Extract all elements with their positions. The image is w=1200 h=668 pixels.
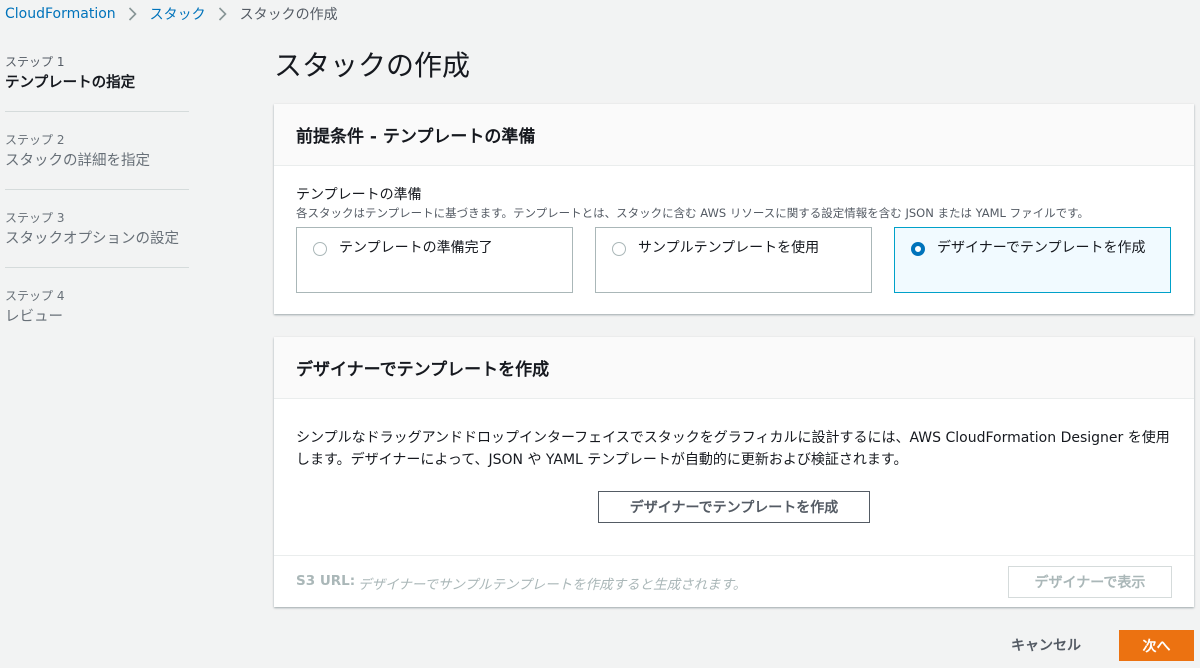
designer-panel: デザイナーでテンプレートを作成 シンプルなドラッグアンドドロップインターフェイス… <box>274 337 1194 607</box>
radio-button[interactable] <box>313 242 327 256</box>
step-3: ステップ 3 スタックオプションの設定 <box>5 210 189 268</box>
s3-url-row: S3 URL: デザイナーでサンプルテンプレートを作成すると生成されます。 デザ… <box>274 555 1194 607</box>
radio-button[interactable] <box>612 242 626 256</box>
chevron-right-icon <box>116 6 150 22</box>
option-label: テンプレートの準備完了 <box>339 240 493 256</box>
prepare-template-panel: 前提条件 - テンプレートの準備 テンプレートの準備 各スタックはテンプレートに… <box>274 104 1194 314</box>
step-4: ステップ 4 レビュー <box>5 288 189 345</box>
panel-header: デザイナーでテンプレートを作成 <box>274 337 1194 399</box>
step-number: ステップ 1 <box>5 55 65 69</box>
designer-description: シンプルなドラッグアンドドロップインターフェイスでスタックをグラフィカルに設計す… <box>296 430 1170 468</box>
chevron-right-icon <box>206 6 240 22</box>
template-source-options: テンプレートの準備完了 サンプルテンプレートを使用 デザイナーでテンプレートを作… <box>296 227 1171 293</box>
option-create-in-designer[interactable]: デザイナーでテンプレートを作成 <box>894 227 1171 293</box>
step-title: テンプレートの指定 <box>5 75 136 91</box>
s3-url-label: S3 URL: <box>296 573 356 589</box>
step-title: スタックの詳細を指定 <box>5 153 150 169</box>
step-title: スタックオプションの設定 <box>5 231 179 247</box>
step-number: ステップ 3 <box>5 211 65 225</box>
radio-button-selected[interactable] <box>911 242 925 256</box>
next-button[interactable]: 次へ <box>1119 630 1194 661</box>
field-label: テンプレートの準備 <box>296 187 422 203</box>
breadcrumb-current: スタックの作成 <box>239 7 338 23</box>
option-use-sample[interactable]: サンプルテンプレートを使用 <box>595 227 872 293</box>
option-label: サンプルテンプレートを使用 <box>638 240 820 256</box>
field-description: 各スタックはテンプレートに基づきます。テンプレートとは、スタックに含む AWS … <box>296 206 1089 220</box>
breadcrumb-stacks[interactable]: スタック <box>150 4 206 24</box>
panel-header: 前提条件 - テンプレートの準備 <box>274 104 1194 166</box>
create-in-designer-button[interactable]: デザイナーでテンプレートを作成 <box>598 491 870 523</box>
wizard-steps: ステップ 1 テンプレートの指定 ステップ 2 スタックの詳細を指定 ステップ … <box>5 54 189 365</box>
s3-url-value: デザイナーでサンプルテンプレートを作成すると生成されます。 <box>358 577 747 593</box>
page-title: スタックの作成 <box>274 49 471 82</box>
step-title: レビュー <box>5 309 63 325</box>
breadcrumb: CloudFormation スタック スタックの作成 <box>5 4 338 24</box>
step-number: ステップ 2 <box>5 133 65 147</box>
option-template-ready[interactable]: テンプレートの準備完了 <box>296 227 573 293</box>
breadcrumb-cloudformation[interactable]: CloudFormation <box>5 6 116 22</box>
view-in-designer-button: デザイナーで表示 <box>1008 566 1172 598</box>
step-number: ステップ 4 <box>5 289 65 303</box>
step-2: ステップ 2 スタックの詳細を指定 <box>5 132 189 190</box>
option-label: デザイナーでテンプレートを作成 <box>937 240 1146 256</box>
cancel-button[interactable]: キャンセル <box>996 630 1096 660</box>
step-1[interactable]: ステップ 1 テンプレートの指定 <box>5 54 189 112</box>
